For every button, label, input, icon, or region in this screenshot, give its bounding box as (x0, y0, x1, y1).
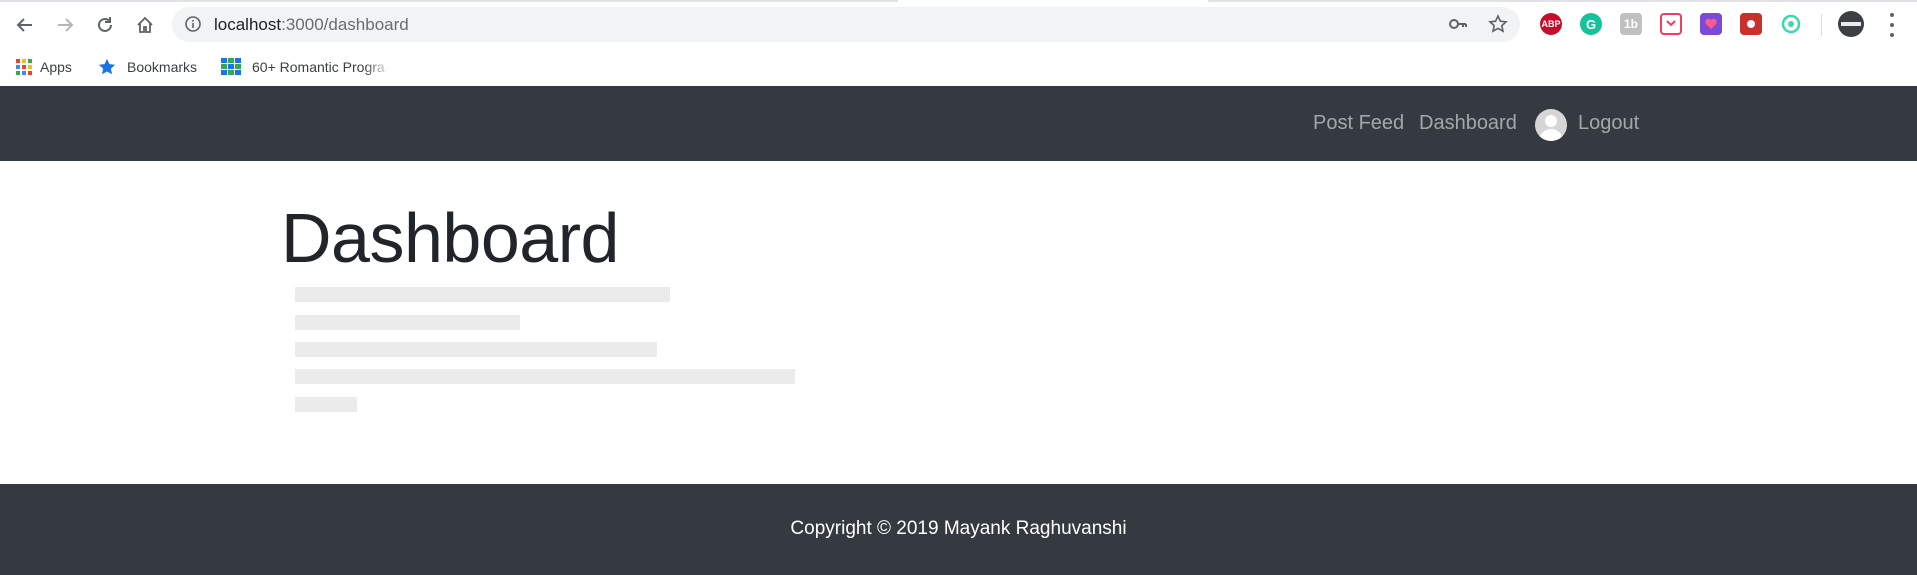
tab-strip-edge (0, 0, 1917, 2)
browser-menu-icon[interactable] (1884, 13, 1900, 37)
bookmark-romantic-programs[interactable]: 60+ Romantic Progra (221, 54, 392, 80)
info-icon[interactable] (184, 15, 202, 38)
bookmark-apps-label: Apps (40, 59, 72, 75)
nav-dashboard[interactable]: Dashboard (1419, 111, 1517, 135)
loading-skeleton-line (295, 397, 357, 412)
site-footer: Copyright © 2019 Mayank Raghuvanshi (0, 484, 1917, 575)
bookmark-bookmarks[interactable]: Bookmarks (98, 54, 197, 80)
user-avatar-icon[interactable] (1535, 109, 1567, 141)
home-icon[interactable] (130, 10, 160, 40)
back-icon[interactable] (10, 10, 40, 40)
nav-post-feed[interactable]: Post Feed (1313, 111, 1404, 135)
red-extension-icon[interactable] (1740, 13, 1762, 35)
bookmarks-bar: Apps Bookmarks 60+ Romantic Progra (0, 50, 1917, 86)
address-bar[interactable]: localhost:3000/dashboard (172, 7, 1520, 42)
toolbar-separator (1821, 14, 1822, 36)
url-host: localhost (214, 15, 282, 34)
blue-star-icon (98, 58, 116, 75)
nav-logout[interactable]: Logout (1578, 111, 1639, 135)
url-path: :3000/dashboard (281, 15, 409, 34)
bookmark-apps[interactable]: Apps (16, 54, 72, 80)
browser-toolbar: localhost:3000/dashboard ABP G 1b (0, 0, 1917, 50)
purple-extension-icon[interactable] (1700, 13, 1722, 35)
bookmark-star-icon[interactable] (1488, 14, 1508, 39)
ext-1b-icon[interactable]: 1b (1620, 13, 1642, 35)
pocket-icon[interactable] (1660, 13, 1682, 35)
grid-favicon-icon (221, 58, 241, 75)
adblock-plus-icon[interactable]: ABP (1540, 13, 1562, 35)
copyright-text: Copyright © 2019 Mayank Raghuvanshi (790, 518, 1127, 539)
forward-icon[interactable] (50, 10, 80, 40)
url-text: localhost:3000/dashboard (214, 15, 409, 35)
bookmark-romantic-label: 60+ Romantic Progra (252, 59, 385, 75)
loading-skeleton-line (295, 315, 520, 330)
teal-extension-icon[interactable] (1780, 13, 1802, 35)
reload-icon[interactable] (90, 10, 120, 40)
page-title: Dashboard (281, 199, 619, 277)
grammarly-icon[interactable]: G (1580, 13, 1602, 35)
loading-skeleton-line (295, 342, 657, 357)
profile-avatar[interactable] (1838, 11, 1864, 37)
key-icon[interactable] (1448, 15, 1468, 38)
site-navbar: Post Feed Dashboard Logout (0, 86, 1917, 161)
loading-skeleton-line (295, 369, 795, 384)
apps-grid-icon (16, 59, 32, 75)
loading-skeleton-line (295, 287, 670, 302)
bookmark-bookmarks-label: Bookmarks (127, 59, 198, 75)
